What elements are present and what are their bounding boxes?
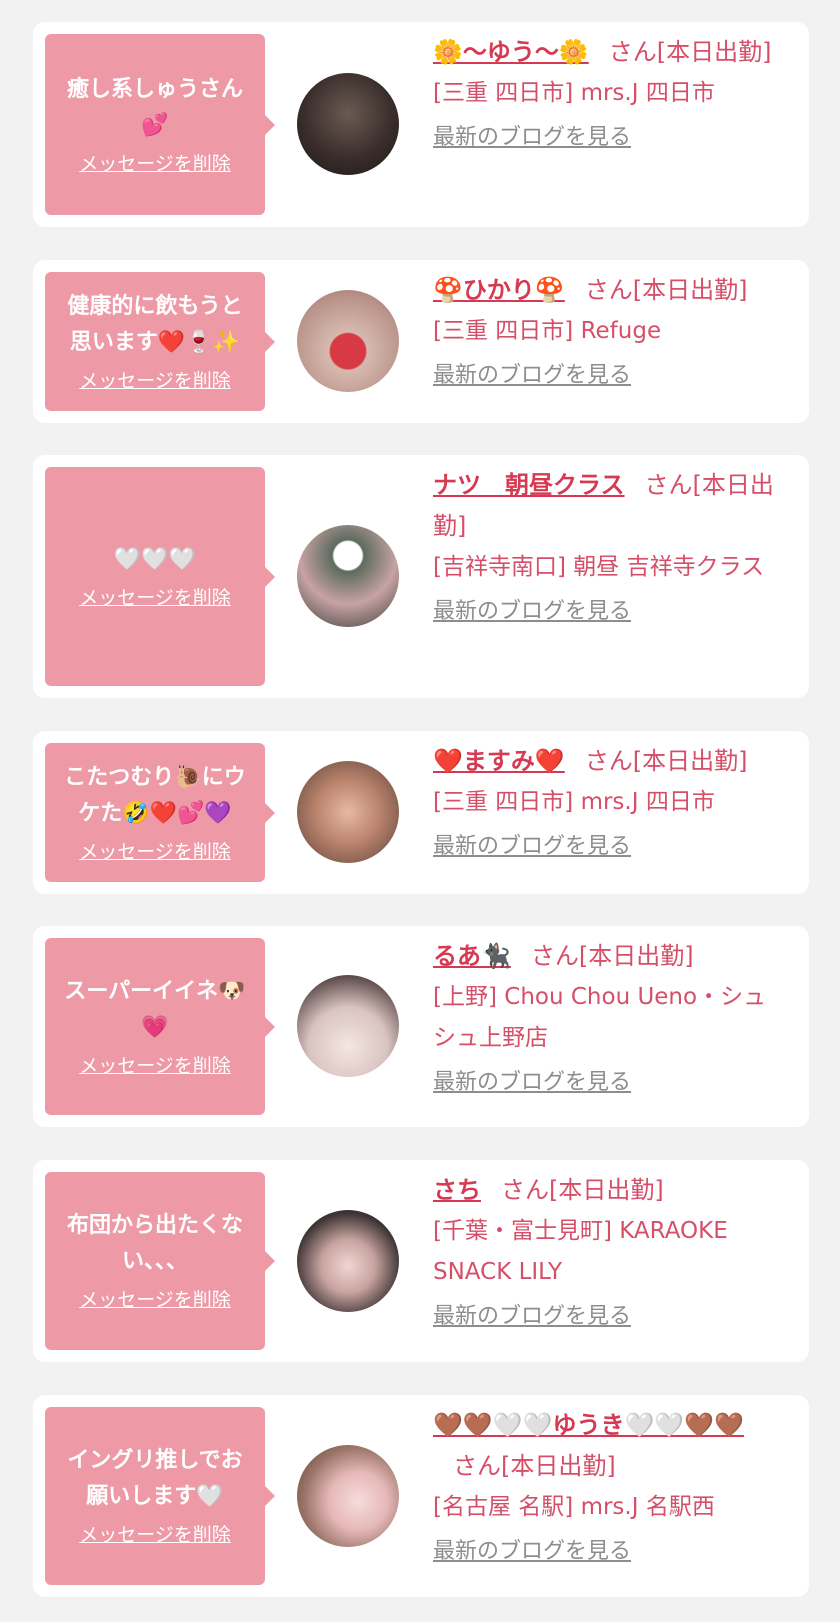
message-card: イングリ推しでお 願いします🤍 メッセージを削除 🤎🤎🤍🤍ゆうき🤍🤍🤎🤎 さん[本…	[33, 1395, 809, 1597]
cast-info: 🌼〜ゆう〜🌼 さん[本日出勤] [三重 四日市] mrs.J 四日市 最新のブログ…	[433, 32, 783, 157]
avatar[interactable]	[297, 73, 399, 175]
cast-info: さち さん[本日出勤] [千葉・富士見町] KARAOKE SNACK LILY …	[433, 1170, 783, 1336]
message-bubble: 健康的に飲もうと 思います❤️🍷✨ メッセージを削除	[45, 272, 275, 411]
shop-name: [三重 四日市] Refuge	[433, 318, 662, 344]
cast-info: るあ🐈‍⬛ さん[本日出勤] [上野] Chou Chou Ueno・シュシュ上野…	[433, 936, 783, 1102]
avatar[interactable]	[297, 525, 399, 627]
message-bubble: 布団から出たくな い、、、 メッセージを削除	[45, 1172, 275, 1350]
message-card: 健康的に飲もうと 思います❤️🍷✨ メッセージを削除 🍄ひかり🍄 さん[本日出勤]…	[33, 260, 809, 423]
shop-name: [吉祥寺南口] 朝昼 吉祥寺クラス	[433, 554, 765, 580]
message-text: 健康的に飲もうと 思います❤️🍷✨	[67, 293, 243, 355]
shop-name: [名古屋 名駅] mrs.J 名駅西	[433, 1494, 715, 1520]
cast-name-link[interactable]: 🍄ひかり🍄	[433, 276, 565, 304]
message-bubble: 癒し系しゅうさん 💕 メッセージを削除	[45, 34, 275, 215]
latest-blog-link[interactable]: 最新のブログを見る	[433, 1301, 631, 1333]
latest-blog-link[interactable]: 最新のブログを見る	[433, 122, 631, 154]
avatar[interactable]	[297, 290, 399, 392]
cast-info: 🍄ひかり🍄 さん[本日出勤] [三重 四日市] Refuge 最新のブログを見る	[433, 270, 783, 395]
cast-name-link[interactable]: 🌼〜ゆう〜🌼	[433, 38, 589, 66]
avatar[interactable]	[297, 975, 399, 1077]
message-card: スーパーイイネ🐶 💗 メッセージを削除 るあ🐈‍⬛ さん[本日出勤] [上野] C…	[33, 926, 809, 1127]
message-card: 🤍🤍🤍 メッセージを削除 ナツ 朝昼クラス さん[本日出勤] [吉祥寺南口] 朝昼…	[33, 455, 809, 698]
cast-name-link[interactable]: 🤎🤎🤍🤍ゆうき🤍🤍🤎🤎	[433, 1411, 744, 1439]
avatar[interactable]	[297, 1445, 399, 1547]
delete-message-link[interactable]: メッセージを削除	[79, 838, 231, 866]
cast-name-link[interactable]: ❤️ますみ❤️	[433, 747, 565, 775]
message-text: 癒し系しゅうさん 💕	[66, 76, 243, 138]
message-card: こたつむり🐌にウ ケた🤣❤️💕💜 メッセージを削除 ❤️ますみ❤️ さん[本日出勤…	[33, 731, 809, 894]
shop-name: [上野] Chou Chou Ueno・シュシュ上野店	[433, 984, 767, 1051]
shop-name: [三重 四日市] mrs.J 四日市	[433, 80, 715, 106]
message-text: 🤍🤍🤍	[113, 546, 197, 572]
attendance-status: さん[本日出勤]	[584, 747, 748, 775]
attendance-status: さん[本日出勤]	[453, 1452, 616, 1480]
latest-blog-link[interactable]: 最新のブログを見る	[433, 1536, 631, 1568]
attendance-status: さん[本日出勤]	[584, 276, 748, 304]
cast-name-link[interactable]: さち	[433, 1176, 481, 1204]
latest-blog-link[interactable]: 最新のブログを見る	[433, 1067, 631, 1099]
cast-name-link[interactable]: るあ🐈‍⬛	[433, 942, 511, 970]
message-bubble: 🤍🤍🤍 メッセージを削除	[45, 467, 275, 686]
delete-message-link[interactable]: メッセージを削除	[79, 1286, 231, 1314]
latest-blog-link[interactable]: 最新のブログを見る	[433, 596, 631, 628]
message-card: 癒し系しゅうさん 💕 メッセージを削除 🌼〜ゆう〜🌼 さん[本日出勤] [三重 四…	[33, 22, 809, 227]
attendance-status: さん[本日出勤]	[501, 1176, 664, 1204]
message-bubble: スーパーイイネ🐶 💗 メッセージを削除	[45, 938, 275, 1115]
cast-info: ナツ 朝昼クラス さん[本日出勤] [吉祥寺南口] 朝昼 吉祥寺クラス 最新のブロ…	[433, 465, 783, 631]
message-bubble: イングリ推しでお 願いします🤍 メッセージを削除	[45, 1407, 275, 1585]
delete-message-link[interactable]: メッセージを削除	[79, 584, 231, 612]
latest-blog-link[interactable]: 最新のブログを見る	[433, 831, 631, 863]
shop-name: [千葉・富士見町] KARAOKE SNACK LILY	[433, 1218, 728, 1285]
avatar[interactable]	[297, 1210, 399, 1312]
delete-message-link[interactable]: メッセージを削除	[79, 1521, 231, 1549]
cast-name-link[interactable]: ナツ 朝昼クラス	[433, 471, 625, 499]
cast-info: ❤️ますみ❤️ さん[本日出勤] [三重 四日市] mrs.J 四日市 最新のブロ…	[433, 741, 783, 866]
delete-message-link[interactable]: メッセージを削除	[79, 150, 231, 178]
message-text: イングリ推しでお 願いします🤍	[67, 1448, 243, 1509]
message-card: 布団から出たくな い、、、 メッセージを削除 さち さん[本日出勤] [千葉・富士…	[33, 1160, 809, 1362]
latest-blog-link[interactable]: 最新のブログを見る	[433, 360, 631, 392]
cast-info: 🤎🤎🤍🤍ゆうき🤍🤍🤎🤎 さん[本日出勤] [名古屋 名駅] mrs.J 名駅西 最…	[433, 1405, 783, 1571]
shop-name: [三重 四日市] mrs.J 四日市	[433, 789, 715, 815]
avatar[interactable]	[297, 761, 399, 863]
attendance-status: さん[本日出勤]	[608, 38, 772, 66]
delete-message-link[interactable]: メッセージを削除	[79, 1052, 231, 1080]
message-text: スーパーイイネ🐶 💗	[64, 978, 246, 1040]
attendance-status: さん[本日出勤]	[530, 942, 694, 970]
delete-message-link[interactable]: メッセージを削除	[79, 367, 231, 395]
message-bubble: こたつむり🐌にウ ケた🤣❤️💕💜 メッセージを削除	[45, 743, 275, 882]
message-text: 布団から出たくな い、、、	[66, 1213, 243, 1274]
message-text: こたつむり🐌にウ ケた🤣❤️💕💜	[64, 764, 246, 826]
